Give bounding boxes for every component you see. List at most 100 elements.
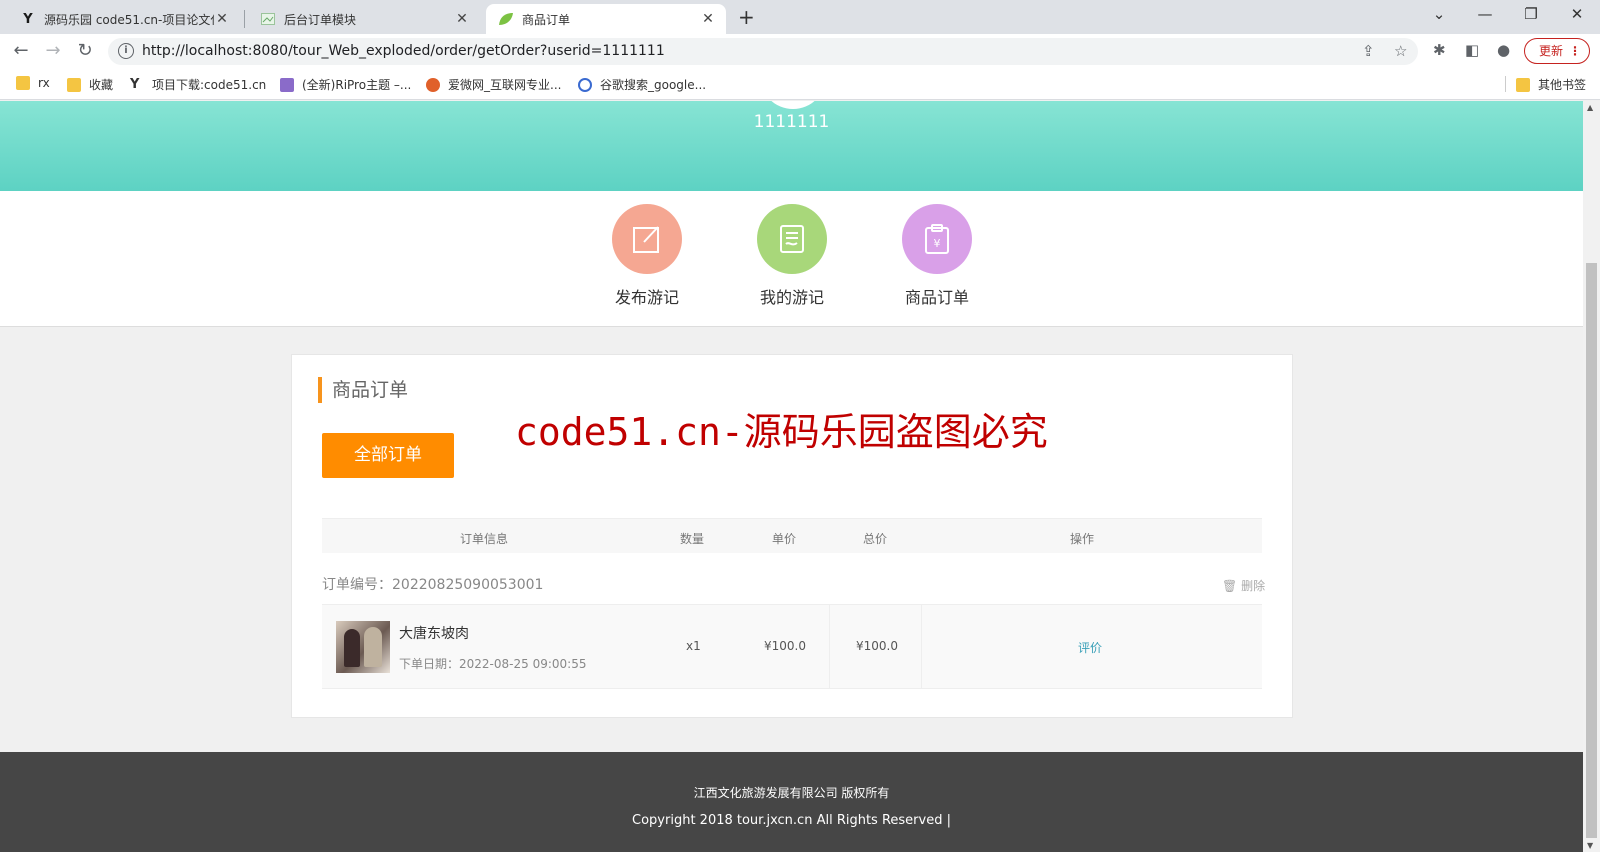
menu-product-orders[interactable]: ¥ 商品订单	[882, 204, 992, 308]
profile-icon[interactable]: ●	[1497, 41, 1510, 59]
bookmark-label: 爱微网_互联网专业...	[448, 78, 562, 92]
page-scrollbar[interactable]: ▲ ▼	[1583, 101, 1600, 852]
bookmark-ripro[interactable]: (全新)RiPro主题 –...	[280, 76, 411, 93]
scroll-down-icon[interactable]: ▼	[1587, 841, 1593, 850]
close-tab-icon[interactable]: ✕	[454, 11, 470, 27]
menu-label: 我的游记	[759, 288, 824, 307]
scrollbar-thumb[interactable]	[1586, 263, 1597, 838]
edit-icon	[612, 204, 682, 274]
order-date-value: 2022-08-25 09:00:55	[459, 657, 587, 671]
y-logo-icon: Y	[23, 11, 33, 27]
browser-toolbar: ← → ↻ i http://localhost:8080/tour_Web_e…	[0, 34, 1600, 68]
unit-price-value: ¥100.0	[764, 639, 806, 653]
browser-tab-strip: Y 源码乐园 code51.cn-项目论文代 ✕ 后台订单模块 ✕ 商品订单 ✕…	[0, 0, 1600, 34]
bookmark-star-icon[interactable]: ☆	[1394, 42, 1407, 60]
bookmark-label: 谷歌搜索_google...	[600, 78, 707, 92]
bookmark-label: (全新)RiPro主题 –...	[302, 78, 412, 92]
svg-text:¥: ¥	[934, 237, 941, 250]
bookmark-code51[interactable]: Y 项目下载:code51.cn	[130, 76, 266, 93]
cell-divider	[921, 605, 922, 688]
scroll-up-icon[interactable]: ▲	[1587, 103, 1593, 112]
folder-icon	[1516, 77, 1530, 92]
bookmark-other[interactable]: 其他书签	[1516, 76, 1586, 93]
user-id: 1111111	[753, 112, 830, 132]
bookmarks-divider	[1505, 76, 1506, 92]
col-unit-price: 单价	[772, 532, 797, 546]
avatar[interactable]	[760, 101, 826, 109]
restore-icon[interactable]: ❐	[1516, 5, 1546, 23]
browser-tab-backend-orders[interactable]: 后台订单模块 ✕	[248, 4, 480, 34]
minimize-icon[interactable]: —	[1470, 5, 1500, 23]
product-name[interactable]: 大唐东坡肉	[399, 623, 469, 643]
search-360-icon	[578, 77, 592, 92]
menu-publish-travelogue[interactable]: 发布游记	[592, 204, 702, 308]
orders-panel: 商品订单 全部订单 code51.cn-源码乐园盗图必究 订单信息 数量 单价 …	[291, 354, 1293, 718]
order-number-label: 订单编号：	[322, 577, 392, 593]
aiwei-icon	[426, 77, 440, 92]
side-panel-icon[interactable]: ◧	[1465, 41, 1479, 59]
col-total-price: 总价	[863, 532, 888, 546]
folder-icon	[67, 77, 81, 92]
all-orders-button[interactable]: 全部订单	[322, 433, 454, 478]
total-price-value: ¥100.0	[856, 639, 898, 653]
update-label: 更新	[1539, 44, 1564, 58]
bookmark-label: rx	[38, 76, 50, 90]
product-thumbnail[interactable]	[336, 621, 390, 673]
order-number-value: 20220825090053001	[392, 577, 544, 593]
close-tab-icon[interactable]: ✕	[700, 11, 716, 27]
leaf-icon	[498, 11, 514, 27]
footer: 江西文化旅游发展有限公司 版权所有 Copyright 2018 tour.jx…	[0, 752, 1583, 852]
menu-label: 商品订单	[904, 288, 969, 307]
tab-title: 后台订单模块	[284, 12, 357, 27]
quantity-value: x1	[686, 639, 701, 653]
bookmark-label: 收藏	[89, 78, 114, 92]
menu-my-travelogues[interactable]: 我的游记	[737, 204, 847, 308]
url-text[interactable]: http://localhost:8080/tour_Web_exploded/…	[142, 43, 665, 59]
reload-icon[interactable]: ↻	[74, 40, 96, 61]
bookmark-label: 其他书签	[1538, 78, 1587, 92]
col-order-info: 订单信息	[460, 532, 509, 546]
forward-icon[interactable]: →	[42, 40, 64, 61]
trash-icon: 🗑	[1222, 579, 1238, 593]
y-logo-icon: Y	[130, 76, 140, 92]
tab-divider	[244, 10, 245, 28]
clipboard-yen-icon: ¥	[902, 204, 972, 274]
back-icon[interactable]: ←	[10, 40, 32, 61]
browser-tab-code51[interactable]: Y 源码乐园 code51.cn-项目论文代 ✕	[8, 4, 240, 34]
delete-order-button[interactable]: 🗑 删除	[1222, 577, 1265, 594]
share-icon[interactable]: ⇪	[1362, 42, 1375, 60]
page-viewport: 1111111 发布游记 我的游记 ¥ 商品订单 商品订单 全部订单 code5…	[0, 101, 1583, 852]
page-icon	[260, 11, 276, 27]
delete-label: 删除	[1241, 579, 1266, 593]
address-bar[interactable]: i http://localhost:8080/tour_Web_explode…	[108, 38, 1418, 65]
watermark-text: code51.cn-源码乐园盗图必究	[515, 410, 1048, 454]
order-date: 下单日期：2022-08-25 09:00:55	[399, 655, 586, 672]
extensions-icon[interactable]: ✱	[1433, 41, 1446, 59]
bookmark-google-search[interactable]: 谷歌搜索_google...	[578, 76, 706, 93]
new-tab-button[interactable]: +	[738, 5, 755, 29]
site-info-icon[interactable]: i	[118, 43, 134, 59]
close-window-icon[interactable]: ✕	[1562, 5, 1592, 23]
bookmark-aiwei[interactable]: 爱微网_互联网专业...	[426, 76, 561, 93]
notes-icon	[757, 204, 827, 274]
bookmarks-bar: rx 收藏 Y 项目下载:code51.cn (全新)RiPro主题 –... …	[0, 68, 1600, 100]
tab-title: 源码乐园 code51.cn-项目论文代	[44, 12, 214, 27]
footer-company: 江西文化旅游发展有限公司 版权所有	[693, 786, 890, 800]
update-button[interactable]: 更新 ⋮	[1524, 38, 1590, 64]
order-date-label: 下单日期：	[399, 657, 460, 671]
menu-dots-icon: ⋮	[1569, 44, 1581, 58]
close-tab-icon[interactable]: ✕	[214, 11, 230, 27]
col-actions: 操作	[1070, 532, 1095, 546]
orders-table-header: 订单信息 数量 单价 总价 操作	[322, 518, 1262, 553]
review-link[interactable]: 评价	[1078, 639, 1102, 656]
bookmark-favorites[interactable]: 收藏	[67, 76, 113, 93]
tab-search-icon[interactable]: ⌄	[1424, 5, 1454, 23]
footer-copyright: Copyright 2018 tour.jxcn.cn All Rights R…	[632, 813, 951, 828]
menu-label: 发布游记	[614, 288, 679, 307]
profile-header: 1111111	[0, 101, 1583, 191]
bookmark-rx[interactable]: rx	[16, 76, 50, 90]
cell-divider	[829, 605, 830, 688]
browser-tab-product-orders[interactable]: 商品订单 ✕	[486, 4, 726, 34]
user-menu: 发布游记 我的游记 ¥ 商品订单	[0, 191, 1583, 327]
ripro-icon	[280, 77, 294, 92]
